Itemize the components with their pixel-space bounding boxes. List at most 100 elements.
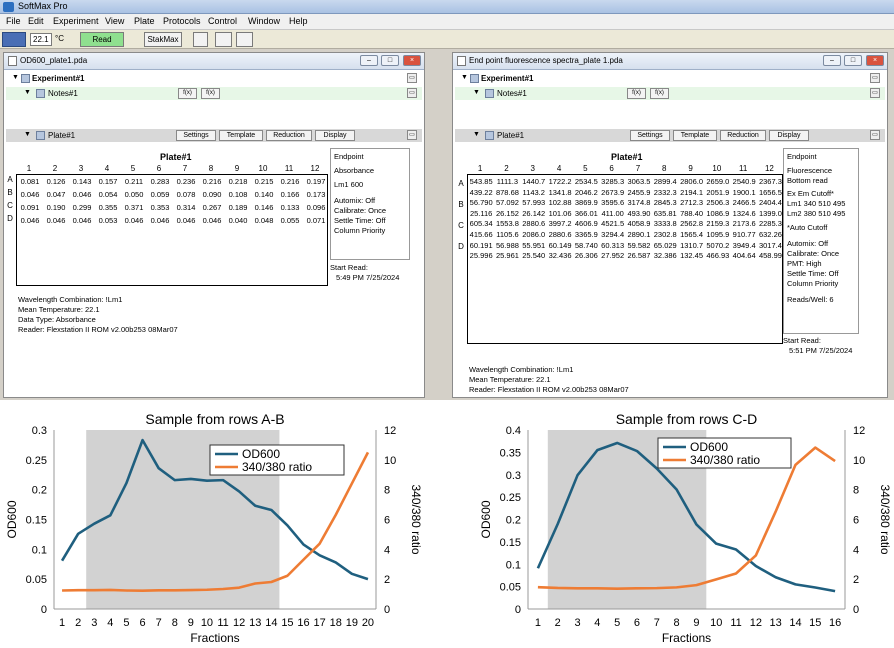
plate-well-value[interactable]: 415.66: [468, 230, 494, 239]
experiment-section[interactable]: ▼ Experiment#1 ▭: [455, 72, 885, 85]
plate-well-value[interactable]: 3365.9: [573, 230, 599, 239]
plate-well-value[interactable]: 1553.8: [494, 219, 520, 228]
plate-well-value[interactable]: 0.283: [147, 177, 173, 186]
lock-icon[interactable]: ▭: [407, 130, 417, 140]
menu-help[interactable]: Help: [289, 16, 308, 26]
plate-well-value[interactable]: 0.046: [147, 216, 173, 225]
display-button[interactable]: Display: [769, 130, 809, 141]
plate-well-value[interactable]: 1341.8: [547, 188, 573, 197]
formula-icon[interactable]: f(x): [178, 88, 197, 99]
notes-section[interactable]: ▼ Notes#1 f(x) f(x) ▭: [455, 87, 885, 100]
plate-well-value[interactable]: 0.090: [199, 190, 225, 199]
plate-well-value[interactable]: 543.85: [468, 177, 494, 186]
plate-well-value[interactable]: 0.046: [43, 216, 69, 225]
lock-icon[interactable]: ▭: [870, 88, 880, 98]
plate-well-value[interactable]: 0.215: [251, 177, 277, 186]
menu-window[interactable]: Window: [248, 16, 280, 26]
template-button[interactable]: Template: [673, 130, 717, 141]
plate-well-value[interactable]: 60.149: [547, 241, 573, 250]
display-button[interactable]: Display: [315, 130, 355, 141]
plate-well-value[interactable]: 1565.4: [678, 230, 704, 239]
plate-well-value[interactable]: 0.140: [251, 190, 277, 199]
plate-well-value[interactable]: 411.00: [600, 209, 626, 218]
plate-well-value[interactable]: 635.81: [652, 209, 678, 218]
plate-well-value[interactable]: 4058.9: [626, 219, 652, 228]
stop-icon[interactable]: [193, 32, 208, 47]
plate-well-value[interactable]: 910.77: [731, 230, 757, 239]
plate-well-value[interactable]: 2086.0: [521, 230, 547, 239]
lock-icon[interactable]: ▭: [407, 88, 417, 98]
plate-well-value[interactable]: 25.961: [494, 251, 520, 260]
plate-well-value[interactable]: 25.996: [468, 251, 494, 260]
plate-well-value[interactable]: 2899.4: [652, 177, 678, 186]
plate-well-value[interactable]: 60.191: [468, 241, 494, 250]
menu-file[interactable]: File: [6, 16, 21, 26]
plate-well-value[interactable]: 0.048: [251, 216, 277, 225]
plate-well-value[interactable]: 65.029: [652, 241, 678, 250]
plate-well-value[interactable]: 0.355: [95, 203, 121, 212]
plate-well-value[interactable]: 0.173: [303, 190, 329, 199]
plate-well-value[interactable]: 0.091: [17, 203, 43, 212]
plate-well-value[interactable]: 26.306: [573, 251, 599, 260]
menu-plate[interactable]: Plate: [134, 16, 155, 26]
plate-well-value[interactable]: 1095.9: [705, 230, 731, 239]
plate-well-value[interactable]: 2562.8: [678, 219, 704, 228]
plate-well-value[interactable]: 32.436: [547, 251, 573, 260]
plate-well-value[interactable]: 2659.0: [705, 177, 731, 186]
plate-section-header[interactable]: ▼ Plate#1 Settings Template Reduction Di…: [6, 129, 422, 142]
collapse-triangle-icon[interactable]: ▼: [473, 131, 480, 138]
plate-well-value[interactable]: 2046.2: [573, 188, 599, 197]
instrument-icon[interactable]: [2, 32, 26, 47]
stakmax-button[interactable]: StakMax: [144, 32, 182, 47]
plate-well-value[interactable]: 0.236: [173, 177, 199, 186]
plate-well-value[interactable]: 2880.6: [521, 219, 547, 228]
template-button[interactable]: Template: [219, 130, 263, 141]
plate-grid[interactable]: 0.081 0.126 0.143 0.157 0.211 0.283 0.236 0.216…: [16, 174, 328, 286]
maximize-icon[interactable]: □: [844, 55, 862, 66]
formula-icon[interactable]: f(x): [627, 88, 646, 99]
collapse-triangle-icon[interactable]: ▼: [24, 131, 31, 138]
plate-well-value[interactable]: 605.34: [468, 219, 494, 228]
plate-well-value[interactable]: 1440.7: [521, 177, 547, 186]
plate-well-value[interactable]: 0.166: [277, 190, 303, 199]
plate-well-value[interactable]: 102.88: [547, 198, 573, 207]
plate-well-value[interactable]: 56.988: [494, 241, 520, 250]
menu-view[interactable]: View: [105, 16, 124, 26]
plate-well-value[interactable]: 0.157: [95, 177, 121, 186]
plate-well-value[interactable]: 0.189: [225, 203, 251, 212]
close-icon[interactable]: ×: [403, 55, 421, 66]
plate-well-value[interactable]: 0.096: [303, 203, 329, 212]
plate-well-value[interactable]: 0.216: [277, 177, 303, 186]
plate-well-value[interactable]: 0.218: [225, 177, 251, 186]
plate-well-value[interactable]: 56.790: [468, 198, 494, 207]
experiment-section[interactable]: ▼ Experiment#1 ▭: [6, 72, 422, 85]
plate-well-value[interactable]: 0.126: [43, 177, 69, 186]
plate-well-value[interactable]: 2404.4: [757, 198, 783, 207]
plate-well-value[interactable]: 0.371: [121, 203, 147, 212]
report-icon[interactable]: [236, 32, 253, 47]
plate-well-value[interactable]: 404.64: [731, 251, 757, 260]
plate-well-value[interactable]: 3285.3: [600, 177, 626, 186]
settings-button[interactable]: Settings: [630, 130, 670, 141]
plate-well-value[interactable]: 1656.5: [757, 188, 783, 197]
maximize-icon[interactable]: □: [381, 55, 399, 66]
plate-well-value[interactable]: 0.071: [303, 216, 329, 225]
plate-well-value[interactable]: 2712.3: [678, 198, 704, 207]
plate-well-value[interactable]: 2194.1: [678, 188, 704, 197]
plate-well-value[interactable]: 0.046: [69, 190, 95, 199]
plate-well-value[interactable]: 4521.5: [600, 219, 626, 228]
plate-well-value[interactable]: 632.26: [757, 230, 783, 239]
plate-well-value[interactable]: 0.053: [95, 216, 121, 225]
plate-well-value[interactable]: 493.90: [626, 209, 652, 218]
plate-well-value[interactable]: 0.040: [225, 216, 251, 225]
close-icon[interactable]: ×: [866, 55, 884, 66]
plate-well-value[interactable]: 788.40: [678, 209, 704, 218]
plate-well-value[interactable]: 59.582: [626, 241, 652, 250]
plate-well-value[interactable]: 1722.2: [547, 177, 573, 186]
plate-well-value[interactable]: 2673.9: [600, 188, 626, 197]
plate-well-value[interactable]: 0.046: [173, 216, 199, 225]
plate-well-value[interactable]: 0.047: [43, 190, 69, 199]
reduction-button[interactable]: Reduction: [720, 130, 766, 141]
plate-well-value[interactable]: 0.055: [277, 216, 303, 225]
plate-well-value[interactable]: 3174.8: [626, 198, 652, 207]
